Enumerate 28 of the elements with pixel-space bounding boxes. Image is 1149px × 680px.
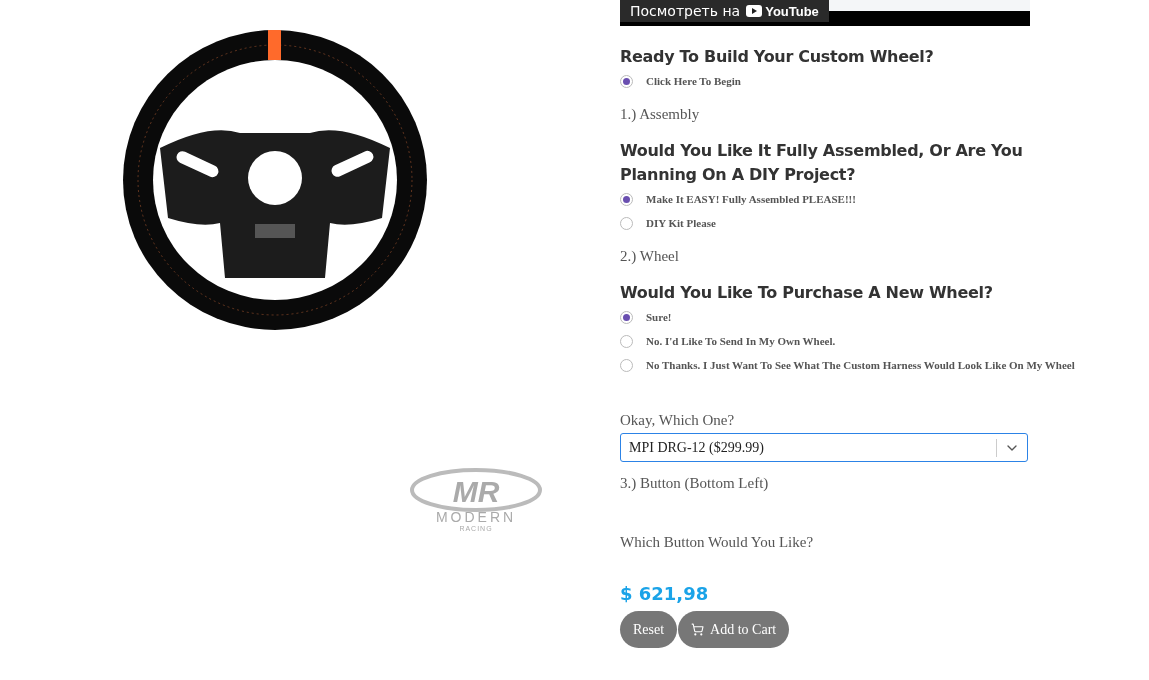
play-icon (746, 5, 763, 17)
question-heading: Would You Like To Purchase A New Wheel? (620, 282, 994, 304)
radio-button[interactable] (620, 74, 633, 88)
wheel-select[interactable]: MPI DRG-12 ($299.99) (620, 433, 1028, 462)
step-label: 1.) Assembly (620, 105, 701, 124)
radio-option[interactable]: DIY Kit Please (620, 211, 1149, 235)
total-price: $ 621,98 (620, 583, 710, 606)
reset-button[interactable]: Reset (620, 611, 678, 648)
step-label: 3.) Button (Bottom Left) (620, 474, 770, 493)
video-player[interactable]: Посмотреть на YouTube (620, 0, 1030, 26)
radio-option[interactable]: No. I'd Like To Send In My Own Wheel. (620, 329, 1149, 353)
radio-button[interactable] (620, 334, 633, 348)
radio-option[interactable]: Sure! (620, 305, 1149, 329)
radio-option[interactable]: No Thanks. I Just Want To See What The Custom Harness Would Look Like On My Wheel (620, 353, 1149, 377)
cart-icon (691, 623, 705, 636)
radio-button[interactable] (620, 216, 633, 230)
radio-button[interactable] (620, 192, 633, 206)
watch-on-youtube-link[interactable]: Посмотреть на YouTube (620, 0, 829, 22)
radio-option[interactable]: Make It EASY! Fully Assembled PLEASE!!! (620, 187, 1149, 211)
add-to-cart-button[interactable]: Add to Cart (678, 611, 790, 648)
prompt-label: Which Button Would You Like? (620, 533, 815, 552)
radio-button[interactable] (620, 310, 633, 324)
question-heading: Would You Like It Fully Assembled, Or Are You Planning On A DIY Project? (620, 140, 1024, 186)
radio-option[interactable]: Click Here To Begin (620, 69, 1149, 93)
select-label: Okay, Which One? (620, 411, 736, 430)
radio-button[interactable] (620, 358, 633, 372)
step-label: 2.) Wheel (620, 247, 680, 266)
question-heading: Ready To Build Your Custom Wheel? (620, 46, 935, 68)
